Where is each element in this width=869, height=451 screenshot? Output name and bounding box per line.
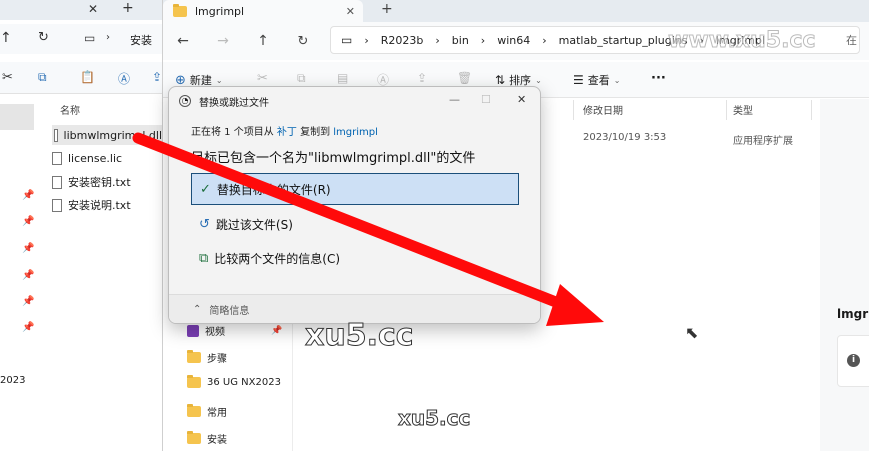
- red-arrow-annotation: [132, 132, 604, 326]
- red-arrow-head: [546, 284, 604, 326]
- watermark-top: www.xu5.cc: [668, 28, 817, 54]
- watermark-middle: xu5.cc: [305, 318, 415, 354]
- red-arrow-shaft: [132, 132, 572, 312]
- watermark-bottom: xu5.cc: [397, 406, 471, 431]
